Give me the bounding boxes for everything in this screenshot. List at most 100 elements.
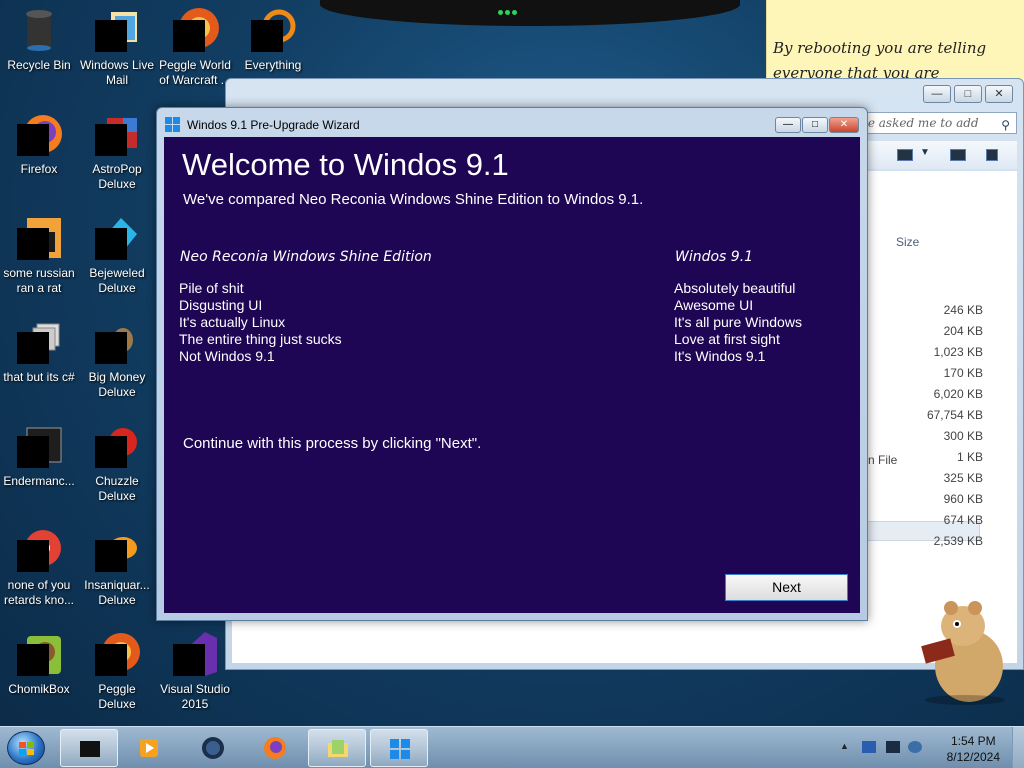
help-icon[interactable] [986,149,998,161]
desktop-icon-label: Peggle World of Warcraft ... [159,58,231,87]
astropop-icon [93,110,141,158]
file-size-cell: 674 KB [943,513,983,527]
clock-date: 8/12/2024 [946,750,1000,764]
list-item: Absolutely beautiful [674,280,796,296]
maximize-button[interactable]: □ [802,117,828,133]
maximize-button[interactable]: □ [954,85,982,103]
desktop-icon-label: Recycle Bin [7,58,71,72]
desktop-icon-peggle-deluxe[interactable]: Peggle Deluxe [78,624,156,720]
action-center-icon[interactable] [862,741,876,753]
search-input[interactable]: le asked me to add ⚲ [857,112,1017,134]
view-options-icon[interactable] [897,149,913,161]
list-item: Disgusting UI [179,297,263,313]
desktop-icon-firefox[interactable]: Firefox [0,104,78,200]
file-icon [15,214,63,262]
search-icon[interactable]: ⚲ [1001,115,1010,135]
wizard-panel: Welcome to Windos 9.1 We've compared Neo… [164,137,860,613]
folder-icon [328,740,348,757]
list-item: Love at first sight [674,331,780,347]
right-column-header: Windos 9.1 [675,249,754,265]
taskbar-item-explorer[interactable] [308,729,366,767]
windows-logo-icon [165,117,181,133]
file-size-cell: 246 KB [943,303,983,317]
start-button[interactable] [7,731,45,765]
chuzzle-icon [93,422,141,470]
desktop-icon-label: none of you retards kno... [3,578,75,607]
minimize-button[interactable]: — [923,85,951,103]
column-header-size[interactable]: Size [896,235,919,249]
top-monitor-bar [320,0,740,26]
right-comparison-list: Absolutely beautiful Awesome UI It's all… [674,280,802,365]
system-tray: ▲ 1:54 PM 8/12/2024 [834,727,1024,768]
title-bar[interactable]: Windos 9.1 Pre-Upgrade Wizard — □ ✕ [163,116,861,134]
desktop-icon-label: Peggle Deluxe [98,682,136,711]
desktop-icon-endermanch[interactable]: Endermanc... [0,416,78,512]
sticky-note[interactable]: By rebooting you are telling everyone th… [766,0,1024,84]
desktop-icon-windows-live-mail[interactable]: Windows Live Mail [78,0,156,96]
file-size-cell: 1,023 KB [933,345,983,359]
redaction-box [251,20,283,52]
file-size-cell: 67,754 KB [926,408,983,422]
taskbar-item-app[interactable] [60,729,118,767]
list-item: It's actually Linux [179,314,286,330]
list-item: Pile of shit [179,280,244,296]
taskbar-item-media-player[interactable] [120,729,178,767]
desktop-icon-astropop[interactable]: AstroPop Deluxe [78,104,156,200]
desktop-icon-bejeweled[interactable]: Bejeweled Deluxe [78,208,156,304]
file-size-cell: 300 KB [943,429,983,443]
desktop-icon-none-of-you[interactable]: none of you retards kno... [0,520,78,616]
redaction-box [95,20,127,52]
redaction-box [173,644,205,676]
search-icon [249,6,297,54]
volume-icon[interactable] [908,741,922,753]
hamster-mascot-image [915,596,1015,706]
clock[interactable]: 1:54 PM 8/12/2024 [947,733,1000,765]
close-button[interactable]: ✕ [985,85,1013,103]
desktop-icon-russian-rat[interactable]: some russian ran a rat [0,208,78,304]
desktop-icon-peggle-wow[interactable]: Peggle World of Warcraft ... [156,0,234,96]
redaction-box [17,228,49,260]
chevron-down-icon[interactable]: ▼ [920,147,930,158]
globe-icon [202,737,224,759]
redaction-box [17,644,49,676]
desktop-icon-that-but-its-csharp[interactable]: that but its c# [0,312,78,408]
close-button[interactable]: ✕ [829,117,859,133]
peggle-icon [171,6,219,54]
redaction-box [95,332,127,364]
upgrade-wizard-window[interactable]: Windos 9.1 Pre-Upgrade Wizard — □ ✕ Welcom… [156,107,868,621]
preview-pane-icon[interactable] [950,149,966,161]
desktop-icon-label: Firefox [20,162,58,176]
show-desktop-button[interactable] [1012,727,1024,768]
chomikbox-icon [15,630,63,678]
desktop-icon-recycle-bin[interactable]: Recycle Bin [0,0,78,96]
chrome-icon [15,526,63,574]
mail-icon [93,6,141,54]
fish-icon [93,526,141,574]
desktop-icon-label: Insaniquar... Deluxe [84,578,150,607]
network-icon[interactable] [886,741,900,753]
taskbar-item-firefox[interactable] [246,729,304,767]
file-size-cell: 204 KB [943,324,983,338]
windows-logo-icon [19,742,35,756]
desktop-icon-visual-studio[interactable]: Visual Studio 2015 [156,624,234,720]
window-title: Windos 9.1 Pre-Upgrade Wizard [187,118,360,132]
next-button[interactable]: Next [725,574,848,601]
taskbar-item-wizard[interactable] [370,729,428,767]
taskbar-item-globe[interactable] [184,729,242,767]
list-item: Awesome UI [674,297,754,313]
desktop-icon-chomikbox[interactable]: ChomikBox [0,624,78,720]
chevron-up-icon[interactable]: ▲ [840,741,854,753]
firefox-icon [264,737,286,759]
media-player-icon [140,739,158,757]
taskbar: ▲ 1:54 PM 8/12/2024 [0,726,1024,768]
intro-text: We've compared Neo Reconia Windows Shine… [183,191,644,208]
desktop-icon-chuzzle[interactable]: Chuzzle Deluxe [78,416,156,512]
redaction-box [173,20,205,52]
desktop-icon-insaniquarium[interactable]: Insaniquar... Deluxe [78,520,156,616]
minimize-button[interactable]: — [775,117,801,133]
desktop-icon-big-money[interactable]: Big Money Deluxe [78,312,156,408]
desktop-icon-label: ChomikBox [8,682,70,696]
redaction-box [95,228,127,260]
file-size-cell: 1 KB [956,450,983,464]
windows-logo-icon [390,739,410,759]
